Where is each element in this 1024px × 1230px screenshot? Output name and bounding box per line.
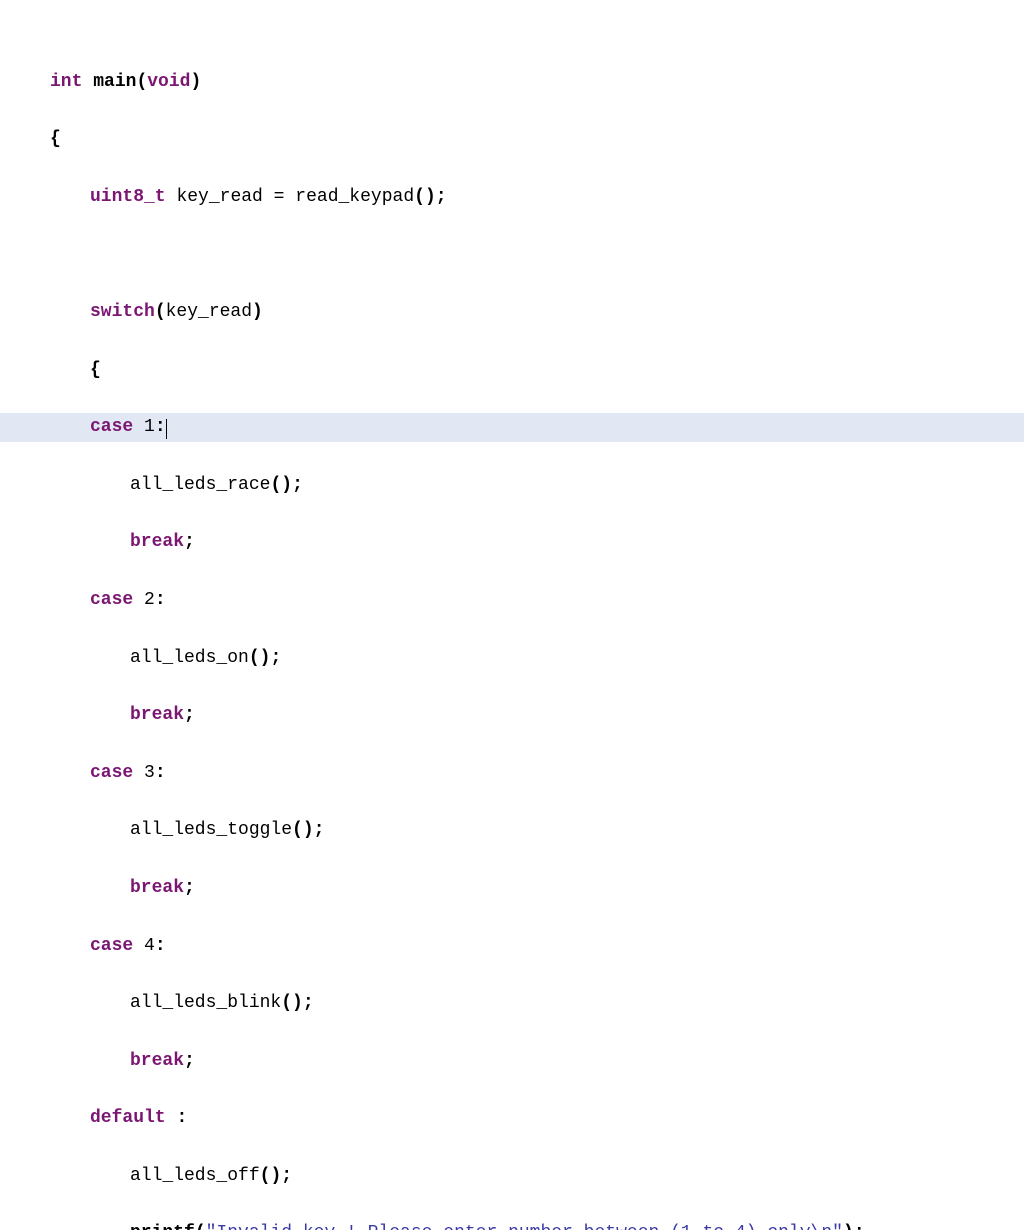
fn-all-leds-on: all_leds_on [130, 648, 249, 668]
fn-all-leds-race: all_leds_race [130, 475, 270, 495]
fn-all-leds-blink: all_leds_blink [130, 993, 281, 1013]
code-line: all_leds_toggle(); [0, 816, 1024, 845]
code-line: break; [0, 528, 1024, 557]
fn-all-leds-toggle: all_leds_toggle [130, 820, 292, 840]
keyword-case: case [90, 936, 133, 956]
code-line: case 3: [0, 759, 1024, 788]
code-line: all_leds_on(); [0, 644, 1024, 673]
text-cursor [166, 419, 167, 439]
code-line: printf("Invalid key ! Please enter numbe… [0, 1219, 1024, 1230]
keyword-break: break [130, 532, 184, 552]
code-line: all_leds_race(); [0, 471, 1024, 500]
code-line: break; [0, 1047, 1024, 1076]
fn-main: main [93, 72, 136, 92]
code-block: int main(void) { uint8_t key_read = read… [0, 10, 1024, 1230]
code-line: { [0, 125, 1024, 154]
code-line: break; [0, 874, 1024, 903]
keyword-case: case [90, 590, 133, 610]
keyword-void: void [147, 72, 190, 92]
keyword-int: int [50, 72, 82, 92]
keyword-break: break [130, 1051, 184, 1071]
string-literal: "Invalid key ! Please enter number betwe… [206, 1223, 843, 1230]
code-line: int main(void) [0, 68, 1024, 97]
code-line-blank [0, 240, 1024, 269]
keyword-switch: switch [90, 302, 155, 322]
fn-printf: printf [130, 1223, 195, 1230]
keyword-default: default [90, 1108, 166, 1128]
keyword-case: case [90, 763, 133, 783]
code-line: all_leds_off(); [0, 1162, 1024, 1191]
code-line: break; [0, 701, 1024, 730]
code-line: default : [0, 1104, 1024, 1133]
keyword-break: break [130, 705, 184, 725]
code-line: all_leds_blink(); [0, 989, 1024, 1018]
fn-read-keypad: read_keypad [295, 187, 414, 207]
keyword-break: break [130, 878, 184, 898]
code-line-highlighted: case 1: [0, 413, 1024, 442]
code-line: case 4: [0, 932, 1024, 961]
code-line: { [0, 356, 1024, 385]
code-line: switch(key_read) [0, 298, 1024, 327]
type-uint8: uint8_t [90, 187, 166, 207]
keyword-case: case [90, 417, 133, 437]
code-line: uint8_t key_read = read_keypad(); [0, 183, 1024, 212]
code-line: case 2: [0, 586, 1024, 615]
fn-all-leds-off: all_leds_off [130, 1166, 260, 1186]
